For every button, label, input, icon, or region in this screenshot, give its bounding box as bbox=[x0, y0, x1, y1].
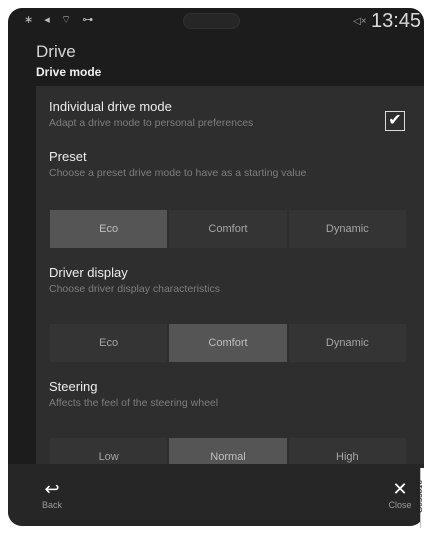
preset-section: Preset Choose a preset drive mode to hav… bbox=[49, 149, 306, 179]
steering-section: Steering Affects the feel of the steerin… bbox=[49, 379, 218, 409]
individual-drive-mode-desc: Adapt a drive mode to personal preferenc… bbox=[49, 117, 254, 129]
clock: 13:45 bbox=[371, 10, 422, 32]
page-subtitle: Drive mode bbox=[36, 65, 102, 79]
footer-bar: ↩ Back ✕ Close bbox=[8, 464, 424, 526]
figure-code-text: G053816 bbox=[414, 480, 424, 513]
driver-display-section: Driver display Choose driver display cha… bbox=[49, 265, 220, 295]
preset-selector: Eco Comfort Dynamic bbox=[50, 210, 406, 248]
driver-display-option-eco[interactable]: Eco bbox=[50, 324, 168, 362]
preset-title: Preset bbox=[49, 149, 87, 164]
settings-panel: Individual drive mode Adapt a drive mode… bbox=[36, 86, 424, 472]
driver-display-option-dynamic[interactable]: Dynamic bbox=[288, 324, 406, 362]
back-arrow-icon: ↩ bbox=[44, 479, 60, 499]
figure-code: G053816 bbox=[415, 468, 435, 528]
preset-desc: Choose a preset drive mode to have as a … bbox=[49, 167, 307, 179]
individual-drive-mode-title: Individual drive mode bbox=[49, 99, 172, 114]
preset-option-comfort[interactable]: Comfort bbox=[169, 210, 287, 248]
driver-display-option-comfort[interactable]: Comfort bbox=[169, 324, 287, 362]
driver-display-title: Driver display bbox=[49, 265, 128, 280]
steering-desc: Affects the feel of the steering wheel bbox=[49, 397, 219, 409]
individual-drive-mode-row[interactable]: Individual drive mode Adapt a drive mode… bbox=[49, 99, 253, 129]
steering-title: Steering bbox=[49, 379, 98, 394]
back-button[interactable]: ↩ Back bbox=[22, 470, 82, 520]
page-title: Drive bbox=[36, 42, 76, 61]
status-icons: ∗ ◂ ⌔ ⊶ bbox=[24, 14, 98, 26]
driver-display-selector: Eco Comfort Dynamic bbox=[50, 324, 406, 362]
speaker-mute-icon: ◁× bbox=[353, 16, 367, 27]
preset-option-dynamic[interactable]: Dynamic bbox=[288, 210, 406, 248]
individual-drive-mode-checkbox[interactable]: ✔ bbox=[385, 111, 405, 131]
screen: ∗ ◂ ⌔ ⊶ ◁× 13:45 Drive Drive mode Indivi… bbox=[8, 8, 424, 526]
status-pill-handle[interactable] bbox=[183, 13, 240, 29]
back-label: Back bbox=[41, 500, 62, 510]
driver-display-desc: Choose driver display characteristics bbox=[49, 283, 220, 295]
status-bar: ∗ ◂ ⌔ ⊶ ◁× 13:45 bbox=[8, 8, 424, 38]
preset-option-eco[interactable]: Eco bbox=[50, 210, 168, 248]
